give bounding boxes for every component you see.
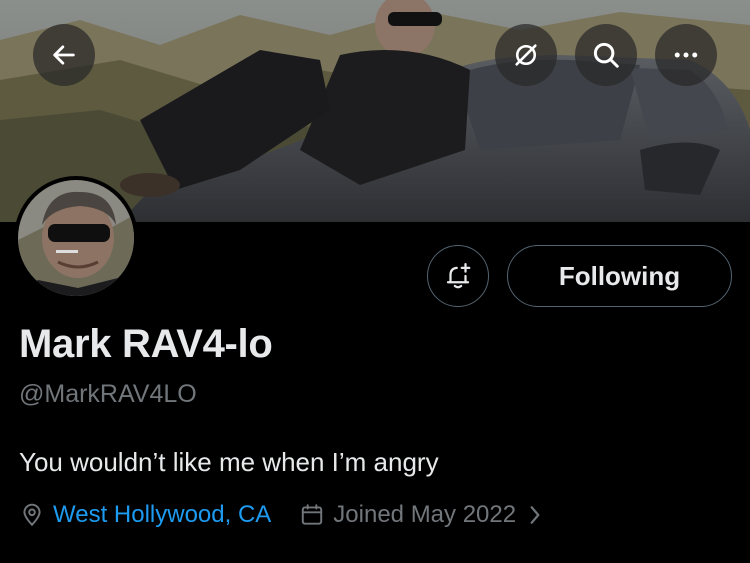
- arrow-left-icon: [53, 45, 75, 65]
- back-button[interactable]: [33, 24, 95, 86]
- calendar-icon: [302, 504, 323, 525]
- bell-plus-icon: [446, 263, 471, 289]
- grok-button[interactable]: [495, 24, 557, 86]
- profile-meta: West Hollywood, CA Joined May 2022: [19, 498, 544, 532]
- avatar[interactable]: [14, 176, 138, 300]
- notifications-button[interactable]: [427, 245, 489, 307]
- bio: You wouldn’t like me when I’m angry: [19, 447, 439, 477]
- search-icon: [593, 42, 619, 68]
- grok-icon: [515, 44, 537, 66]
- more-icon: [674, 52, 698, 58]
- display-name: Mark RAV4-lo: [19, 322, 273, 366]
- chevron-right-icon[interactable]: [526, 504, 544, 526]
- search-button[interactable]: [575, 24, 637, 86]
- joined-date: Joined May 2022: [333, 501, 517, 528]
- following-button[interactable]: Following: [507, 245, 732, 307]
- handle: @MarkRAV4LO: [19, 380, 197, 408]
- location-pin-icon: [23, 503, 41, 527]
- avatar-image: [18, 180, 134, 296]
- location-link[interactable]: West Hollywood, CA: [53, 501, 271, 529]
- more-button[interactable]: [655, 24, 717, 86]
